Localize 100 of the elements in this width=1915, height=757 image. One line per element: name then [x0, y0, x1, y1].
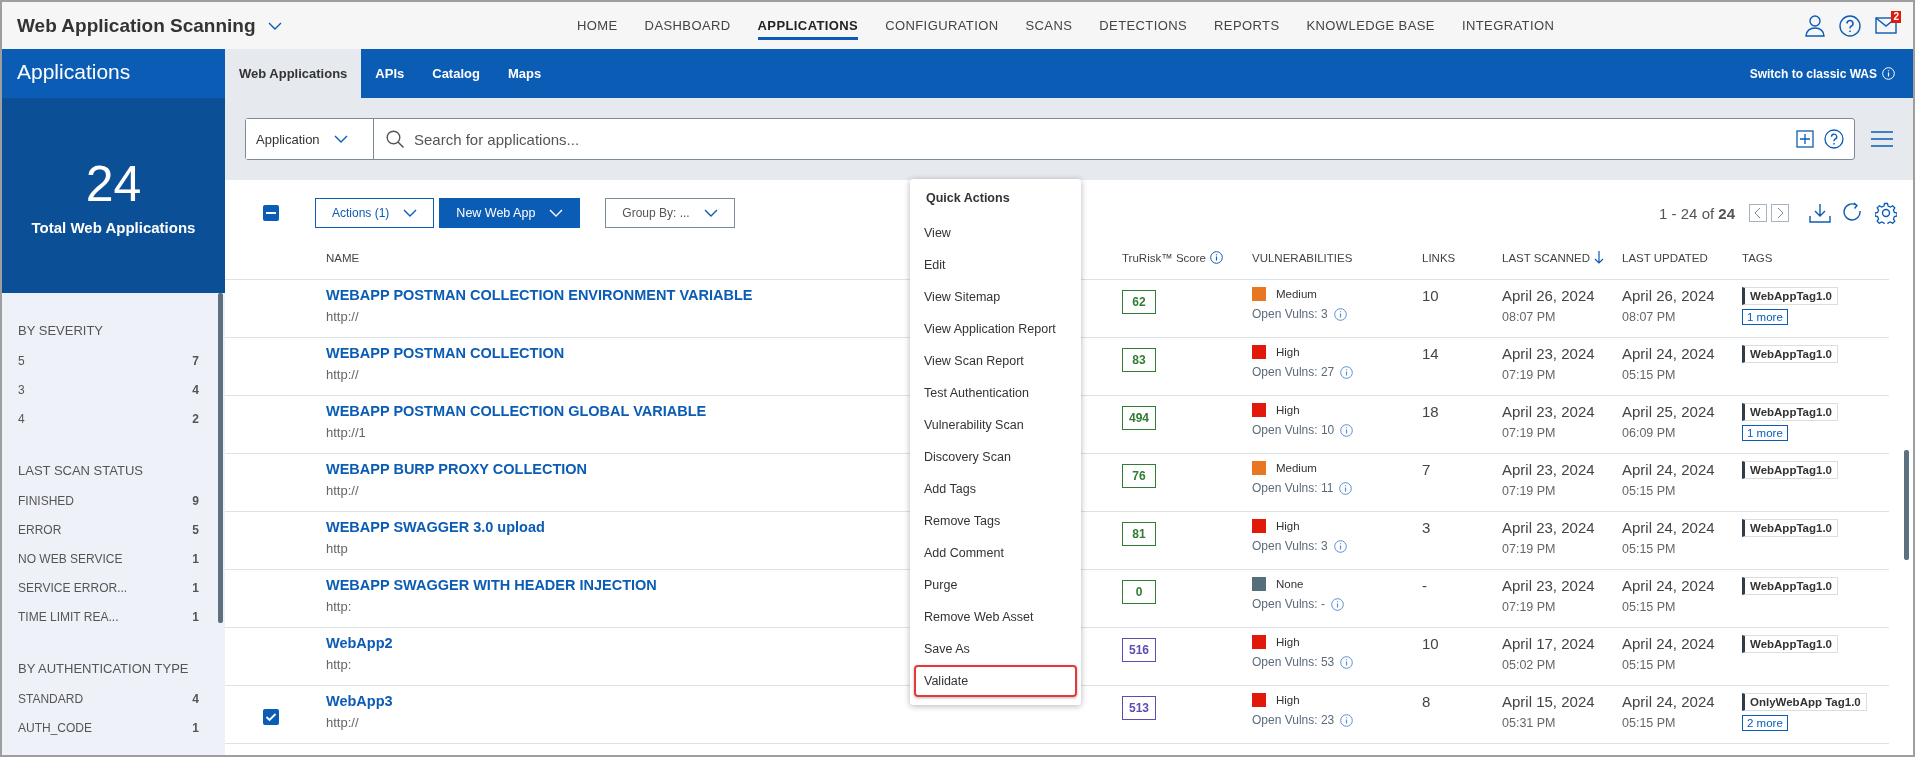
more-tags-link[interactable]: 1 more — [1742, 309, 1788, 325]
menu-item[interactable]: Purge — [914, 569, 1077, 601]
user-icon[interactable] — [1805, 14, 1825, 37]
column-header[interactable]: LAST SCANNED — [1502, 251, 1590, 264]
filter-label[interactable]: ERROR — [18, 523, 62, 552]
add-icon[interactable] — [1796, 130, 1814, 148]
chevron-down-icon — [333, 135, 348, 143]
nav-item[interactable]: KNOWLEDGE BASE — [1306, 11, 1435, 40]
refresh-icon[interactable] — [1843, 202, 1863, 224]
filter-label[interactable]: STANDARD — [18, 692, 84, 721]
menu-item[interactable]: Test Authentication — [914, 377, 1077, 409]
menu-item[interactable]: Validate — [914, 665, 1077, 697]
app-name-link[interactable]: WEBAPP SWAGGER WITH HEADER INJECTION — [326, 577, 657, 593]
select-all-checkbox[interactable] — [263, 205, 279, 221]
filter-dropdown[interactable]: Application — [246, 119, 374, 159]
tab[interactable]: Catalog — [418, 49, 494, 98]
chevron-down-icon — [549, 209, 564, 217]
info-icon[interactable] — [1209, 251, 1223, 264]
scan-time: 07:19 PM — [1502, 426, 1556, 440]
filter-count: 2 — [192, 412, 199, 428]
tab[interactable]: Maps — [493, 49, 556, 98]
switch-link[interactable]: Switch to classic WAS — [1749, 66, 1877, 81]
previous-page-button[interactable] — [1749, 204, 1767, 222]
menu-item[interactable]: View Application Report — [914, 313, 1077, 345]
sort-arrow-icon[interactable] — [1594, 251, 1604, 264]
scan-date: April 17, 2024 — [1502, 635, 1595, 652]
tab[interactable]: Web Applications — [225, 49, 362, 98]
nav-item[interactable]: DETECTIONS — [1099, 11, 1188, 40]
nav-item[interactable]: CONFIGURATION — [885, 11, 999, 40]
filter-label[interactable]: AUTH_CODE — [18, 721, 92, 750]
menu-item[interactable]: View Scan Report — [914, 345, 1077, 377]
app-name-link[interactable]: WEBAPP SWAGGER 3.0 upload — [326, 519, 545, 535]
next-page-button[interactable] — [1771, 204, 1789, 222]
nav-item[interactable]: HOME — [577, 11, 618, 40]
scrollbar[interactable] — [218, 293, 223, 623]
filter-label[interactable]: NO WEB SERVICE — [18, 552, 123, 581]
info-icon[interactable] — [1340, 365, 1354, 379]
menu-item[interactable]: Discovery Scan — [914, 441, 1077, 473]
menu-item[interactable]: Edit — [914, 249, 1077, 281]
filter-label[interactable]: FINISHED — [18, 494, 74, 523]
menu-item[interactable]: View Sitemap — [914, 281, 1077, 313]
app-name-link[interactable]: WEBAPP POSTMAN COLLECTION ENVIRONMENT VARIABLE — [326, 287, 753, 303]
filter-label[interactable]: 5 — [18, 354, 25, 383]
nav-item[interactable]: DASHBOARD — [644, 11, 731, 40]
menu-item[interactable]: Add Comment — [914, 537, 1077, 569]
tag-chip: WebAppTag1.0 — [1742, 635, 1838, 653]
tab[interactable]: APIs — [361, 49, 419, 98]
info-icon[interactable] — [1333, 539, 1347, 553]
scan-date: April 15, 2024 — [1502, 693, 1595, 710]
actions-button[interactable]: Actions (1) — [315, 198, 435, 228]
app-name-link[interactable]: WEBAPP BURP PROXY COLLECTION — [326, 461, 588, 477]
column-header[interactable]: TruRisk™ Score — [1122, 251, 1206, 264]
app-name-link[interactable]: WebApp2 — [326, 635, 393, 651]
filter-label[interactable]: 4 — [18, 412, 25, 441]
scan-date: April 23, 2024 — [1502, 345, 1595, 362]
update-time: 05:15 PM — [1622, 484, 1676, 498]
menu-item[interactable]: Save As — [914, 633, 1077, 665]
nav-item[interactable]: REPORTS — [1214, 11, 1280, 40]
help-icon[interactable] — [1824, 129, 1844, 149]
scan-time: 05:02 PM — [1502, 658, 1556, 672]
more-tags-link[interactable]: 1 more — [1742, 425, 1788, 441]
filter-label[interactable]: 3 — [18, 383, 25, 412]
group-by-dropdown[interactable]: Group By: ... — [605, 198, 735, 228]
section-heading: BY AUTHENTICATION TYPE — [18, 661, 189, 676]
scan-time: 07:19 PM — [1502, 542, 1556, 556]
help-icon[interactable] — [1839, 14, 1861, 37]
filter-label[interactable]: TIME LIMIT REA... — [18, 610, 119, 639]
app-name-link[interactable]: WebApp3 — [326, 693, 393, 709]
new-web-app-button[interactable]: New Web App — [439, 198, 581, 228]
filter-count: 9 — [192, 494, 199, 510]
severity-label: Medium — [1276, 288, 1317, 300]
app-url: http: — [326, 599, 352, 614]
info-icon[interactable] — [1340, 655, 1354, 669]
severity-label: Medium — [1276, 462, 1317, 474]
filter-label[interactable]: SERVICE ERROR... — [18, 581, 128, 610]
search-field[interactable]: Application Search for applications... — [245, 118, 1855, 160]
menu-item[interactable]: Remove Tags — [914, 505, 1077, 537]
menu-item[interactable]: View — [914, 217, 1077, 249]
app-name-link[interactable]: WEBAPP POSTMAN COLLECTION GLOBAL VARIABLE — [326, 403, 707, 419]
more-tags-link[interactable]: 2 more — [1742, 715, 1788, 731]
open-vulns-count: Open Vulns: 53 — [1252, 655, 1335, 669]
scrollbar[interactable] — [1904, 450, 1909, 560]
nav-item[interactable]: APPLICATIONS — [757, 11, 859, 40]
info-icon[interactable] — [1339, 481, 1353, 495]
nav-item[interactable]: INTEGRATION — [1461, 11, 1555, 40]
app-name-link[interactable]: WEBAPP POSTMAN COLLECTION — [326, 345, 565, 361]
menu-item[interactable]: Add Tags — [914, 473, 1077, 505]
info-icon[interactable] — [1340, 423, 1354, 437]
download-icon[interactable] — [1809, 203, 1831, 223]
info-icon[interactable] — [1330, 597, 1344, 611]
row-checkbox[interactable] — [263, 709, 279, 725]
open-vulns-count: Open Vulns: 11 — [1252, 481, 1334, 495]
menu-item[interactable]: Vulnerability Scan — [914, 409, 1077, 441]
filter-count: 7 — [192, 354, 199, 370]
menu-icon[interactable] — [1871, 131, 1893, 147]
settings-icon[interactable] — [1875, 202, 1897, 224]
info-icon[interactable] — [1340, 713, 1354, 727]
info-icon[interactable] — [1333, 307, 1347, 321]
nav-item[interactable]: SCANS — [1025, 11, 1073, 40]
menu-item[interactable]: Remove Web Asset — [914, 601, 1077, 633]
